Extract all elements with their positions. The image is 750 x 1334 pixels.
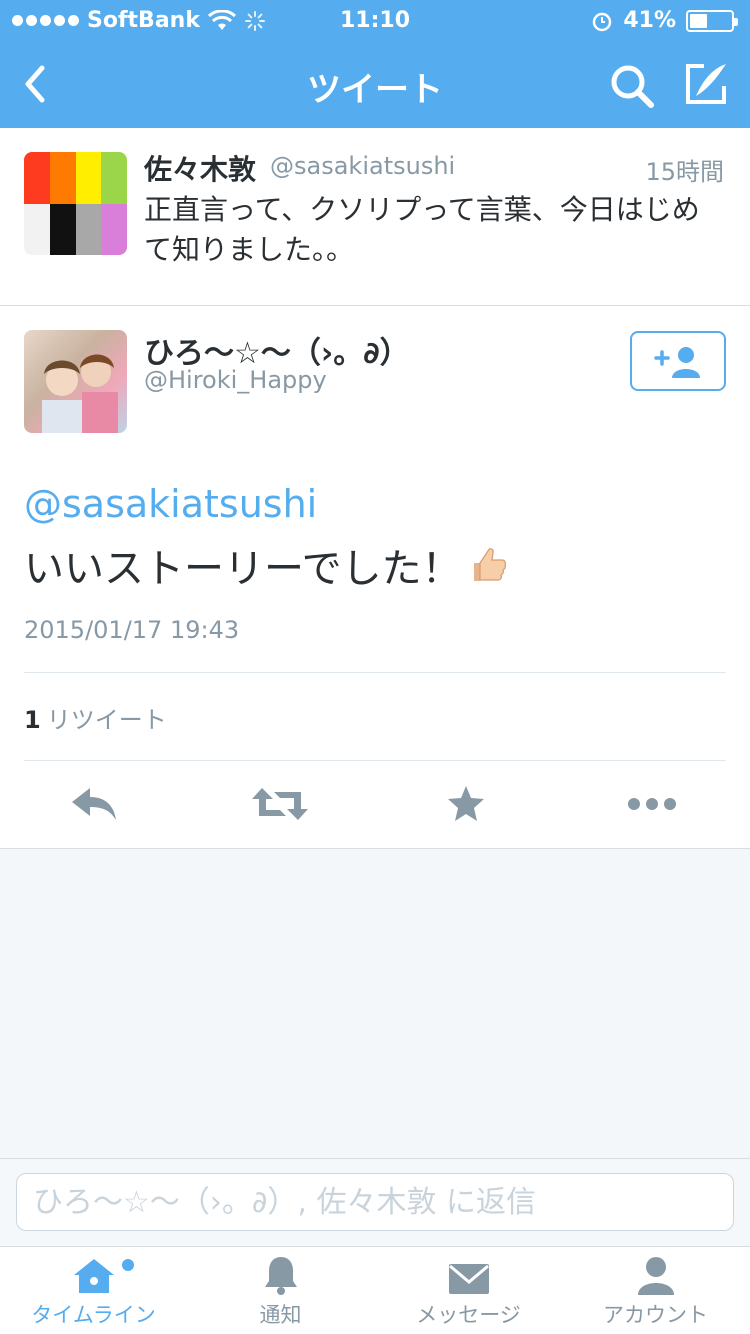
retweet-stats[interactable]: 1 リツイート [24, 700, 167, 735]
tab-bar: タイムライン 通知 メッセージ アカウント [0, 1246, 750, 1334]
avatar[interactable] [24, 330, 127, 433]
tab-messages[interactable]: メッセージ [375, 1247, 562, 1334]
tab-notifications[interactable]: 通知 [187, 1247, 374, 1334]
battery-percent: 41% [623, 8, 676, 33]
tab-label: メッセージ [416, 1303, 521, 1327]
tweet-timestamp: 2015/01/17 19:43 [24, 616, 240, 644]
main-tweet: ひろ〜☆〜（›。∂） @Hiroki_Happy @sasakiatsushi … [0, 306, 750, 849]
divider [24, 672, 726, 673]
retweet-button[interactable] [252, 782, 308, 826]
header: SoftBank 11:10 41% ツイート [0, 0, 750, 128]
favorite-button[interactable] [438, 782, 494, 826]
unread-dot [121, 1259, 134, 1271]
more-icon [628, 798, 676, 810]
reply-bar [0, 1158, 750, 1246]
tab-account[interactable]: アカウント [562, 1247, 749, 1334]
retweet-label: リツイート [46, 706, 167, 734]
tab-label: 通知 [259, 1303, 302, 1327]
search-icon[interactable] [608, 62, 656, 110]
tweet-time: 15時間 [645, 158, 724, 186]
tweet-text: 正直言って、クソリプって言葉、今日はじめて知りました。。 [144, 193, 700, 266]
author-handle: @Hiroki_Happy [144, 366, 327, 394]
reply-icon [72, 788, 116, 820]
retweet-count: 1 [24, 706, 41, 734]
status-bar: SoftBank 11:10 41% [0, 0, 750, 40]
person-icon [637, 1257, 674, 1295]
battery-icon [686, 9, 738, 32]
author-name[interactable]: 佐々木敦 [144, 148, 256, 188]
tab-timeline[interactable]: タイムライン [0, 1247, 187, 1334]
home-icon [73, 1259, 114, 1293]
tab-label: タイムライン [31, 1303, 156, 1327]
parent-tweet[interactable]: 佐々木敦 @sasakiatsushi 15時間 正直言って、クソリプって言葉、… [0, 128, 750, 306]
compose-icon[interactable] [684, 62, 728, 106]
reply-button[interactable] [66, 782, 122, 826]
envelope-icon [448, 1264, 489, 1294]
nav-bar: ツイート [0, 40, 750, 128]
avatar[interactable] [24, 152, 127, 255]
author-handle: @sasakiatsushi [270, 152, 456, 180]
tab-label: アカウント [603, 1303, 708, 1327]
reply-input[interactable] [16, 1173, 734, 1231]
retweet-icon [252, 788, 308, 820]
divider [24, 760, 726, 761]
alarm-icon [593, 12, 612, 31]
follow-button[interactable] [630, 331, 726, 391]
status-right: 41% [591, 8, 738, 33]
tweet-text: いいストーリーでした！ [24, 546, 462, 592]
add-user-icon [654, 347, 700, 378]
more-button[interactable] [624, 782, 680, 826]
star-icon [448, 786, 484, 821]
mention-link[interactable]: @sasakiatsushi [24, 482, 317, 526]
bell-icon [264, 1257, 297, 1295]
thumbs-up-icon [473, 548, 506, 581]
tweet-body: いいストーリーでした！ [24, 536, 508, 594]
